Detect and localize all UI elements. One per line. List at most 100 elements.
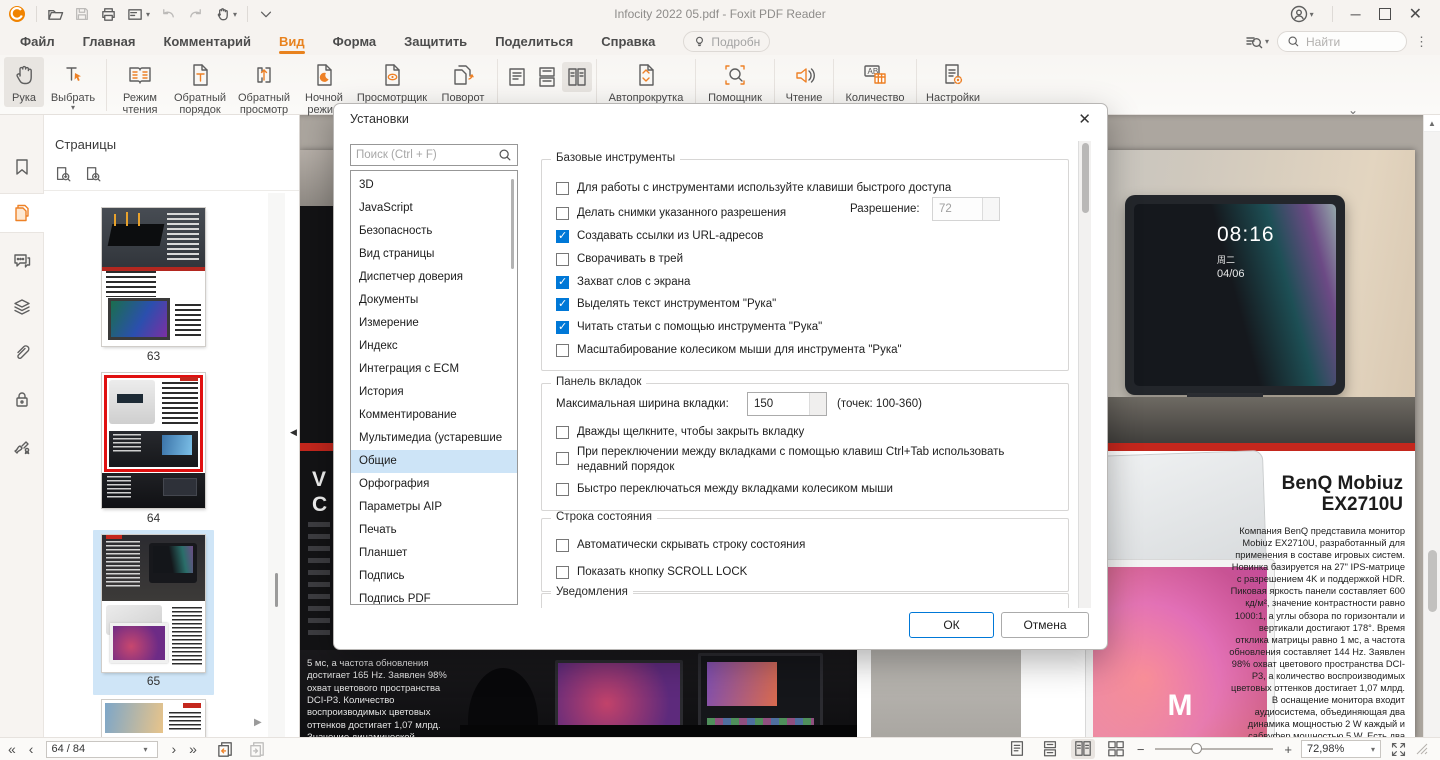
layers-panel-button[interactable] (0, 287, 44, 327)
scrollbar-thumb[interactable] (1428, 550, 1437, 612)
thumbnails-scrollbar[interactable] (268, 193, 285, 737)
account-icon[interactable]: ▾ (1290, 5, 1314, 23)
pages-panel-button[interactable] (0, 193, 45, 233)
grid-layout-button[interactable] (1104, 739, 1128, 759)
find-box[interactable] (1277, 31, 1407, 52)
checkbox-row[interactable]: Дважды щелкните, чтобы закрыть вкладку (556, 425, 804, 440)
category-item[interactable]: Подпись PDF (351, 588, 517, 605)
category-item[interactable]: Комментирование (351, 404, 517, 427)
menu-comment[interactable]: Комментарий (149, 31, 265, 52)
category-item[interactable]: История (351, 381, 517, 404)
print-icon[interactable] (100, 6, 117, 23)
list-scrollbar-thumb[interactable] (511, 179, 514, 269)
more-options-icon[interactable]: ⋮ (1415, 34, 1428, 50)
previous-page-button[interactable]: ‹ (29, 741, 34, 757)
checkbox[interactable] (556, 321, 569, 334)
page-thumbnail-66[interactable] (102, 700, 205, 737)
continuous-layout-button[interactable] (1038, 739, 1062, 759)
checkbox[interactable] (556, 566, 569, 579)
checkbox-row[interactable]: Читать статьи с помощью инструмента "Рук… (556, 320, 822, 335)
checkbox[interactable] (556, 182, 569, 195)
tab-width-spinner[interactable] (747, 392, 827, 416)
autoscroll-button[interactable]: Автопрокрутка (601, 57, 691, 107)
page-number-input[interactable] (51, 743, 143, 755)
zoom-level-input[interactable] (1307, 743, 1359, 755)
category-item[interactable]: Орфография (351, 473, 517, 496)
read-mode-button[interactable]: Режим чтения (111, 57, 169, 120)
hand-tool-button[interactable]: Рука (4, 57, 44, 107)
reverse-order-button[interactable]: Обратный порядок (169, 57, 231, 120)
preferences-search-box[interactable] (350, 144, 518, 166)
content-scrollbar[interactable] (1078, 141, 1091, 608)
viewer-button[interactable]: Просмотрщик (351, 57, 433, 107)
comments-panel-button[interactable] (0, 241, 44, 281)
menu-protect[interactable]: Защитить (390, 31, 481, 52)
settings-button[interactable]: Настройки (921, 57, 985, 107)
checkbox-row[interactable]: Быстро переключаться между вкладками кол… (556, 482, 893, 497)
minimize-button[interactable]: ─ (1351, 6, 1361, 22)
facing-view-button[interactable] (562, 62, 592, 92)
category-item[interactable]: Вид страницы (351, 243, 517, 266)
menu-share[interactable]: Поделиться (481, 31, 587, 52)
category-item[interactable]: Измерение (351, 312, 517, 335)
next-page-button[interactable]: › (171, 741, 176, 757)
checkbox-row[interactable]: Выделять текст инструментом "Рука" (556, 297, 776, 312)
select-tool-button[interactable]: Выбрать ▾ (44, 57, 102, 116)
checkbox[interactable] (556, 298, 569, 311)
category-item[interactable]: Подпись (351, 565, 517, 588)
scrollbar-thumb[interactable] (275, 573, 278, 607)
page-thumbnail-65[interactable] (102, 535, 205, 672)
checkbox-row[interactable]: Создавать ссылки из URL-адресов (556, 229, 763, 244)
previous-view-icon[interactable] (216, 740, 235, 759)
email-icon[interactable]: ▾ (127, 6, 150, 23)
menu-view[interactable]: Вид (265, 31, 319, 52)
category-item[interactable]: Мультимедиа (устаревшие (351, 427, 517, 450)
details-pill[interactable]: Подробн (683, 31, 770, 52)
checkbox[interactable] (556, 276, 569, 289)
menu-file[interactable]: Файл (6, 31, 69, 52)
checkbox[interactable] (556, 344, 569, 357)
page-number-box[interactable]: ▾ (46, 741, 158, 758)
resize-grip[interactable] (1416, 743, 1428, 755)
checkbox-row[interactable]: Для работы с инструментами используйте к… (556, 181, 951, 196)
category-item-selected[interactable]: Общие (351, 450, 517, 473)
single-page-view-button[interactable] (502, 62, 532, 92)
page-thumbnail-63[interactable] (102, 208, 205, 346)
zoom-in-button[interactable]: + (1284, 742, 1292, 757)
close-button[interactable]: ✕ (1409, 4, 1422, 24)
checkbox-row[interactable]: Показать кнопку SCROLL LOCK (556, 565, 747, 580)
facing-layout-button[interactable] (1071, 739, 1095, 759)
menu-form[interactable]: Форма (319, 31, 390, 52)
ok-button[interactable]: ОК (909, 612, 994, 638)
category-item[interactable]: Планшет (351, 542, 517, 565)
checkbox-row[interactable]: Делать снимки указанного разрешения (556, 206, 786, 221)
undo-icon[interactable] (160, 6, 177, 23)
redo-icon[interactable] (187, 6, 204, 23)
category-item[interactable]: Параметры AIP (351, 496, 517, 519)
scroll-up-arrow[interactable]: ▲ (1424, 115, 1440, 132)
zoom-level-box[interactable]: ▾ (1301, 740, 1381, 758)
category-item[interactable]: Печать (351, 519, 517, 542)
menu-home[interactable]: Главная (69, 31, 150, 52)
open-file-icon[interactable] (47, 6, 64, 23)
zoom-slider-knob[interactable] (1191, 743, 1202, 754)
collapse-ribbon-icon[interactable]: ⌄ (1348, 103, 1358, 117)
signatures-panel-button[interactable] (0, 425, 44, 465)
checkbox-row[interactable]: Масштабирование колесиком мыши для инстр… (556, 343, 902, 358)
document-scrollbar[interactable]: ▲ (1423, 115, 1440, 737)
reduce-thumbnails-icon[interactable] (84, 165, 102, 183)
dropdown-caret[interactable]: ▾ (143, 745, 147, 754)
find-input[interactable] (1306, 35, 1396, 49)
assistant-button[interactable]: Помощник (700, 57, 770, 107)
next-view-icon[interactable] (248, 740, 267, 759)
checkbox[interactable] (556, 539, 569, 552)
rotate-button[interactable]: Поворот (433, 57, 493, 107)
checkbox-row[interactable]: Автоматически скрывать строку состояния (556, 538, 805, 553)
reverse-view-button[interactable]: Обратный просмотр (231, 57, 297, 120)
first-page-button[interactable]: « (8, 741, 16, 757)
category-item[interactable]: Интеграция с ECM (351, 358, 517, 381)
quick-toolbar-menu-icon[interactable] (258, 6, 274, 22)
read-aloud-button[interactable]: Чтение (779, 57, 829, 107)
hand-tool-quick-icon[interactable]: ▾ (214, 6, 237, 23)
checkbox[interactable] (556, 483, 569, 496)
